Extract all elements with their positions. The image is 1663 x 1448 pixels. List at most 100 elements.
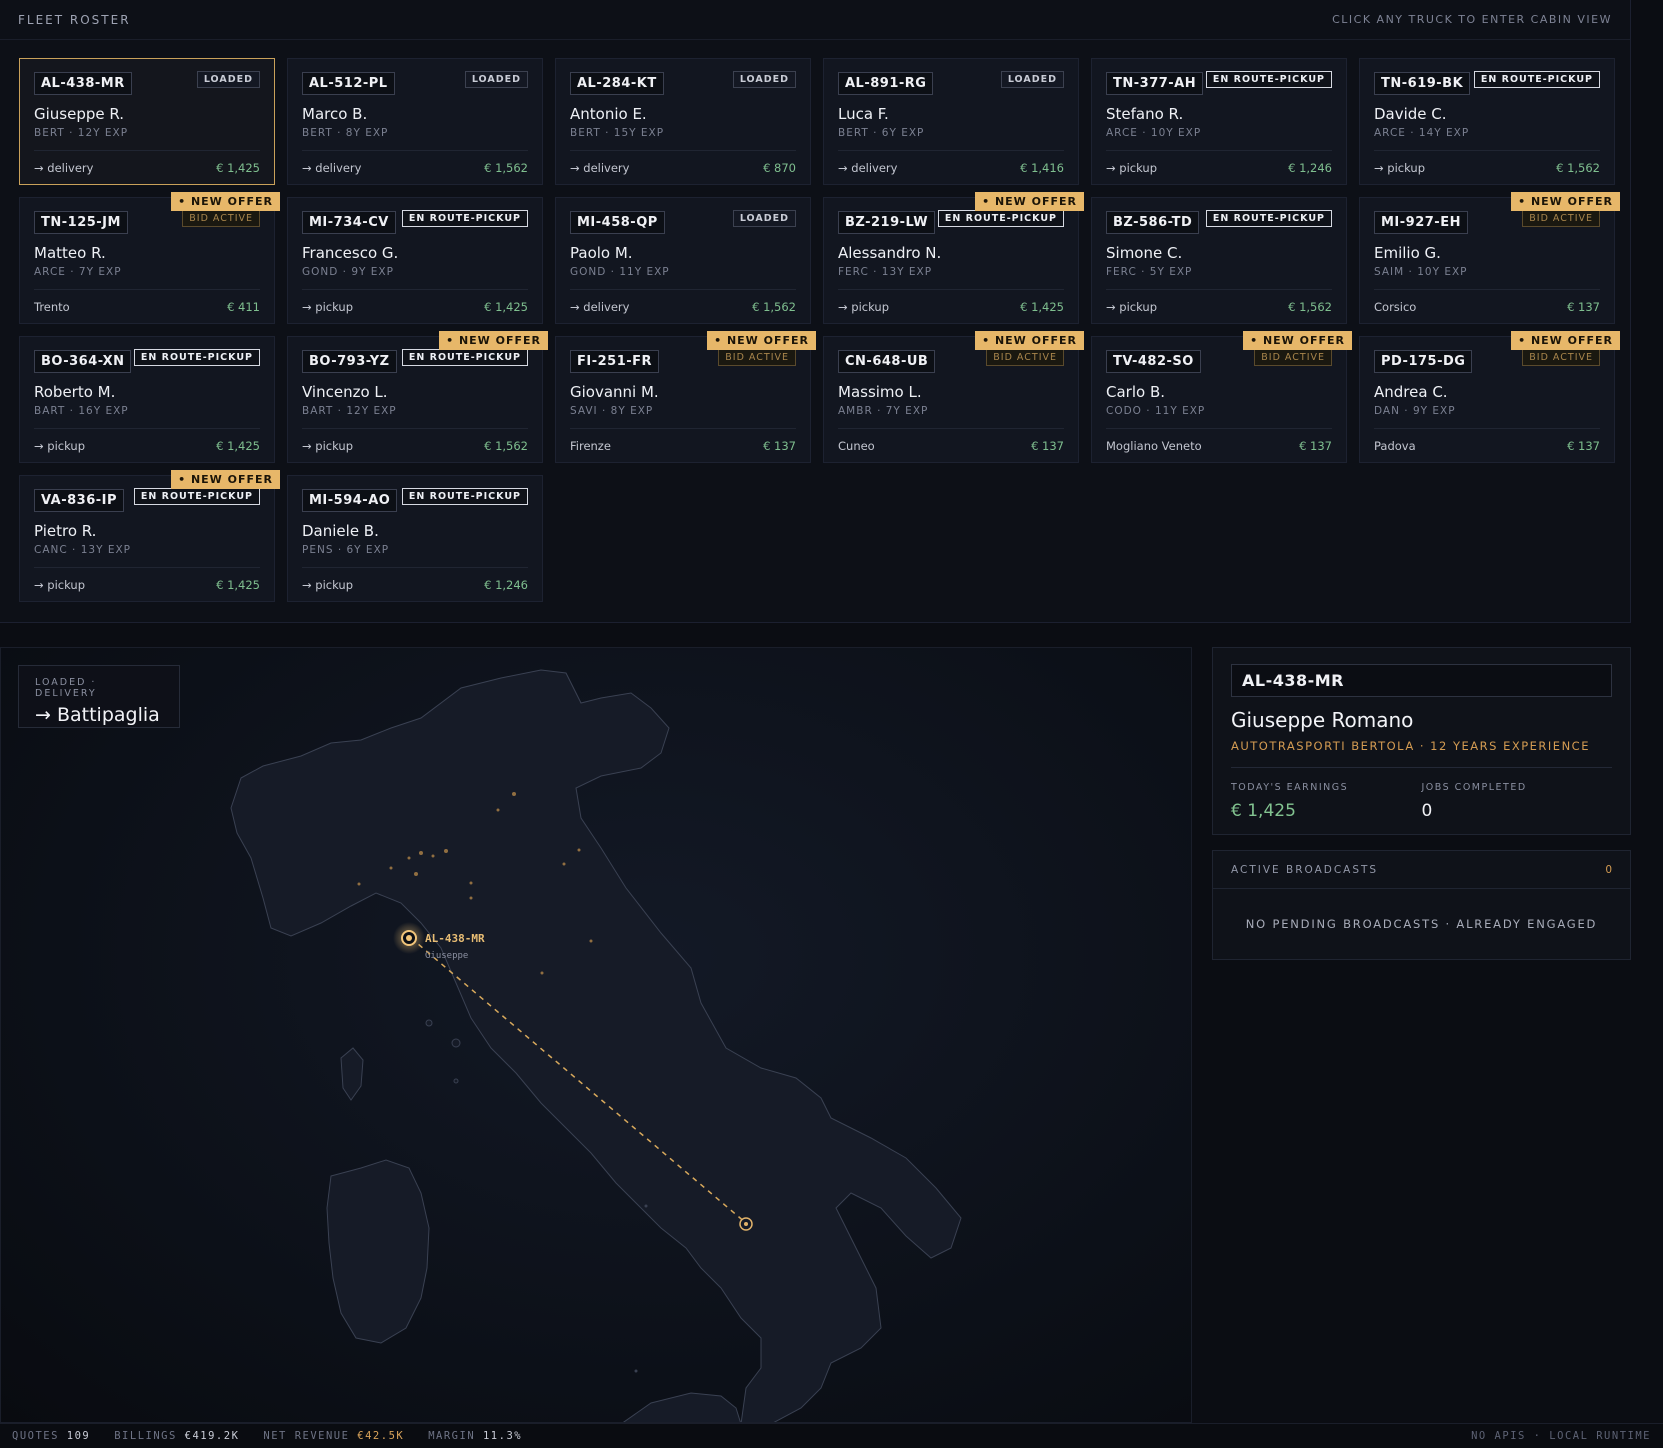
card-header: MI-458-QP LOADED bbox=[570, 210, 796, 237]
truck-card[interactable]: MI-594-AO EN ROUTE-PICKUP Daniele B. PEN… bbox=[287, 475, 543, 602]
truck-destination: Corsico bbox=[1374, 299, 1417, 314]
truck-status-badge: BID ACTIVE bbox=[1254, 349, 1332, 366]
truck-card[interactable]: BZ-586-TD EN ROUTE-PICKUP Simone C. FERC… bbox=[1091, 197, 1347, 324]
broadcasts-title: ACTIVE BROADCASTS bbox=[1231, 863, 1379, 876]
jobs-stat: JOBS COMPLETED 0 bbox=[1422, 782, 1613, 821]
truck-destination: → pickup bbox=[302, 299, 354, 314]
truck-driver-meta: GOND · 9Y EXP bbox=[302, 266, 394, 278]
truck-card[interactable]: BO-364-XN EN ROUTE-PICKUP Roberto M. BAR… bbox=[19, 336, 275, 463]
driver-full-name: Giuseppe Romano bbox=[1231, 708, 1414, 732]
truck-destination: Firenze bbox=[570, 438, 611, 453]
truck-earnings: € 1,416 bbox=[1020, 160, 1064, 175]
card-header: BO-364-XN EN ROUTE-PICKUP bbox=[34, 349, 260, 376]
truck-earnings: € 870 bbox=[763, 160, 796, 175]
earnings-value: € 1,425 bbox=[1231, 801, 1296, 821]
truck-card[interactable]: AL-284-KT LOADED Antonio E. BERT · 15Y E… bbox=[555, 58, 811, 185]
earnings-label: TODAY'S EARNINGS bbox=[1231, 782, 1349, 793]
destination-pin-core bbox=[744, 1222, 748, 1226]
broadcasts-empty-message: NO PENDING BROADCASTS · ALREADY ENGAGED bbox=[1245, 917, 1598, 931]
margin-stat: MARGIN 11.3% bbox=[428, 1430, 522, 1442]
new-offer-badge[interactable]: • NEW OFFER bbox=[439, 331, 548, 350]
card-header: BO-793-YZ EN ROUTE-PICKUP bbox=[302, 349, 528, 376]
truck-status-badge: LOADED bbox=[464, 71, 528, 88]
truck-card[interactable]: AL-438-MR LOADED Giuseppe R. BERT · 12Y … bbox=[19, 58, 275, 185]
revenue-value: €42.5K bbox=[357, 1430, 405, 1442]
truck-pin-driver: Giuseppe bbox=[425, 951, 468, 961]
route-destination: → Battipaglia bbox=[35, 704, 160, 726]
truck-status-badge: EN ROUTE-PICKUP bbox=[937, 210, 1064, 227]
truck-earnings: € 1,562 bbox=[484, 438, 528, 453]
truck-driver-meta: CODO · 11Y EXP bbox=[1106, 405, 1206, 417]
truck-card[interactable]: AL-891-RG LOADED Luca F. BERT · 6Y EXP →… bbox=[823, 58, 1079, 185]
truck-grid: AL-438-MR LOADED Giuseppe R. BERT · 12Y … bbox=[19, 58, 1620, 602]
new-offer-badge[interactable]: • NEW OFFER bbox=[707, 331, 816, 350]
truck-card[interactable]: TN-377-AH EN ROUTE-PICKUP Stefano R. ARC… bbox=[1091, 58, 1347, 185]
new-offer-badge[interactable]: • NEW OFFER bbox=[975, 192, 1084, 211]
truck-card[interactable]: TN-619-BK EN ROUTE-PICKUP Davide C. ARCE… bbox=[1359, 58, 1615, 185]
truck-card[interactable]: FI-251-FR BID ACTIVE • NEW OFFER Giovann… bbox=[555, 331, 816, 463]
island bbox=[644, 1204, 648, 1208]
truck-card[interactable]: MI-458-QP LOADED Paolo M. GOND · 11Y EXP… bbox=[555, 197, 811, 324]
truck-driver-name: Paolo M. bbox=[570, 244, 633, 262]
truck-earnings: € 1,562 bbox=[1556, 160, 1600, 175]
truck-status-badge: BID ACTIVE bbox=[182, 210, 260, 227]
truck-card[interactable]: TV-482-SO BID ACTIVE • NEW OFFER Carlo B… bbox=[1091, 331, 1352, 463]
truck-driver-name: Giuseppe R. bbox=[34, 105, 125, 123]
truck-card[interactable]: BO-793-YZ EN ROUTE-PICKUP • NEW OFFER Vi… bbox=[287, 331, 548, 463]
truck-pin-plate: AL-438-MR bbox=[425, 932, 485, 945]
truck-card[interactable]: MI-734-CV EN ROUTE-PICKUP Francesco G. G… bbox=[287, 197, 543, 324]
new-offer-badge[interactable]: • NEW OFFER bbox=[975, 331, 1084, 350]
truck-destination: Trento bbox=[34, 299, 70, 314]
truck-driver-name: Daniele B. bbox=[302, 522, 379, 540]
truck-card[interactable]: AL-512-PL LOADED Marco B. BERT · 8Y EXP … bbox=[287, 58, 543, 185]
card-footer: → delivery € 1,562 bbox=[302, 150, 528, 184]
card-footer: → pickup € 1,246 bbox=[302, 567, 528, 601]
quotes-value: 109 bbox=[66, 1430, 91, 1442]
billings-stat: BILLINGS €419.2K bbox=[114, 1430, 239, 1442]
truck-destination: → pickup bbox=[838, 299, 890, 314]
truck-status-badge: BID ACTIVE bbox=[1522, 210, 1600, 227]
corsica bbox=[340, 1047, 364, 1101]
truck-destination: → pickup bbox=[34, 438, 86, 453]
truck-card[interactable]: CN-648-UB BID ACTIVE • NEW OFFER Massimo… bbox=[823, 331, 1084, 463]
truck-driver-name: Francesco G. bbox=[302, 244, 399, 262]
truck-driver-name: Davide C. bbox=[1374, 105, 1447, 123]
billings-value: €419.2K bbox=[184, 1430, 240, 1442]
truck-card[interactable]: MI-927-EH BID ACTIVE • NEW OFFER Emilio … bbox=[1359, 192, 1620, 324]
truck-card[interactable]: PD-175-DG BID ACTIVE • NEW OFFER Andrea … bbox=[1359, 331, 1620, 463]
roster-header: FLEET ROSTER CLICK ANY TRUCK TO ENTER CA… bbox=[0, 0, 1630, 40]
truck-plate: TN-377-AH bbox=[1106, 72, 1204, 95]
truck-card[interactable]: BZ-219-LW EN ROUTE-PICKUP • NEW OFFER Al… bbox=[823, 192, 1084, 324]
broadcasts-count: 0 bbox=[1605, 863, 1612, 876]
card-header: VA-836-IP EN ROUTE-PICKUP bbox=[34, 488, 260, 515]
truck-driver-meta: SAIM · 10Y EXP bbox=[1374, 266, 1468, 278]
truck-destination: Cuneo bbox=[838, 438, 875, 453]
truck-driver-name: Matteo R. bbox=[34, 244, 106, 262]
card-footer: → pickup € 1,425 bbox=[302, 289, 528, 323]
card-footer: Trento € 411 bbox=[34, 289, 260, 323]
card-header: TN-619-BK EN ROUTE-PICKUP bbox=[1374, 71, 1600, 98]
route-map[interactable]: AL-438-MR Giuseppe LOADED · DELIVERY → B… bbox=[0, 647, 1192, 1423]
fleet-roster-panel: FLEET ROSTER CLICK ANY TRUCK TO ENTER CA… bbox=[0, 0, 1631, 623]
truck-card[interactable]: TN-125-JM BID ACTIVE • NEW OFFER Matteo … bbox=[19, 192, 280, 324]
new-offer-badge[interactable]: • NEW OFFER bbox=[1511, 192, 1620, 211]
card-footer: → pickup € 1,425 bbox=[838, 289, 1064, 323]
truck-plate: BO-364-XN bbox=[34, 350, 132, 373]
truck-card[interactable]: VA-836-IP EN ROUTE-PICKUP • NEW OFFER Pi… bbox=[19, 470, 280, 602]
revenue-stat: NET REVENUE €42.5K bbox=[263, 1430, 404, 1442]
truck-driver-meta: GOND · 11Y EXP bbox=[570, 266, 670, 278]
driver-plate: AL-438-MR bbox=[1231, 664, 1612, 697]
sicily bbox=[622, 1392, 741, 1422]
truck-driver-meta: BERT · 15Y EXP bbox=[570, 127, 665, 139]
card-header: BZ-586-TD EN ROUTE-PICKUP bbox=[1106, 210, 1332, 237]
new-offer-badge[interactable]: • NEW OFFER bbox=[171, 192, 280, 211]
truck-status-badge: EN ROUTE-PICKUP bbox=[401, 488, 528, 505]
card-footer: → pickup € 1,425 bbox=[34, 428, 260, 462]
card-footer: Corsico € 137 bbox=[1374, 289, 1600, 323]
new-offer-badge[interactable]: • NEW OFFER bbox=[1511, 331, 1620, 350]
new-offer-badge[interactable]: • NEW OFFER bbox=[171, 470, 280, 489]
truck-driver-meta: DAN · 9Y EXP bbox=[1374, 405, 1456, 417]
new-offer-badge[interactable]: • NEW OFFER bbox=[1243, 331, 1352, 350]
card-header: TN-377-AH EN ROUTE-PICKUP bbox=[1106, 71, 1332, 98]
card-footer: → pickup € 1,425 bbox=[34, 567, 260, 601]
